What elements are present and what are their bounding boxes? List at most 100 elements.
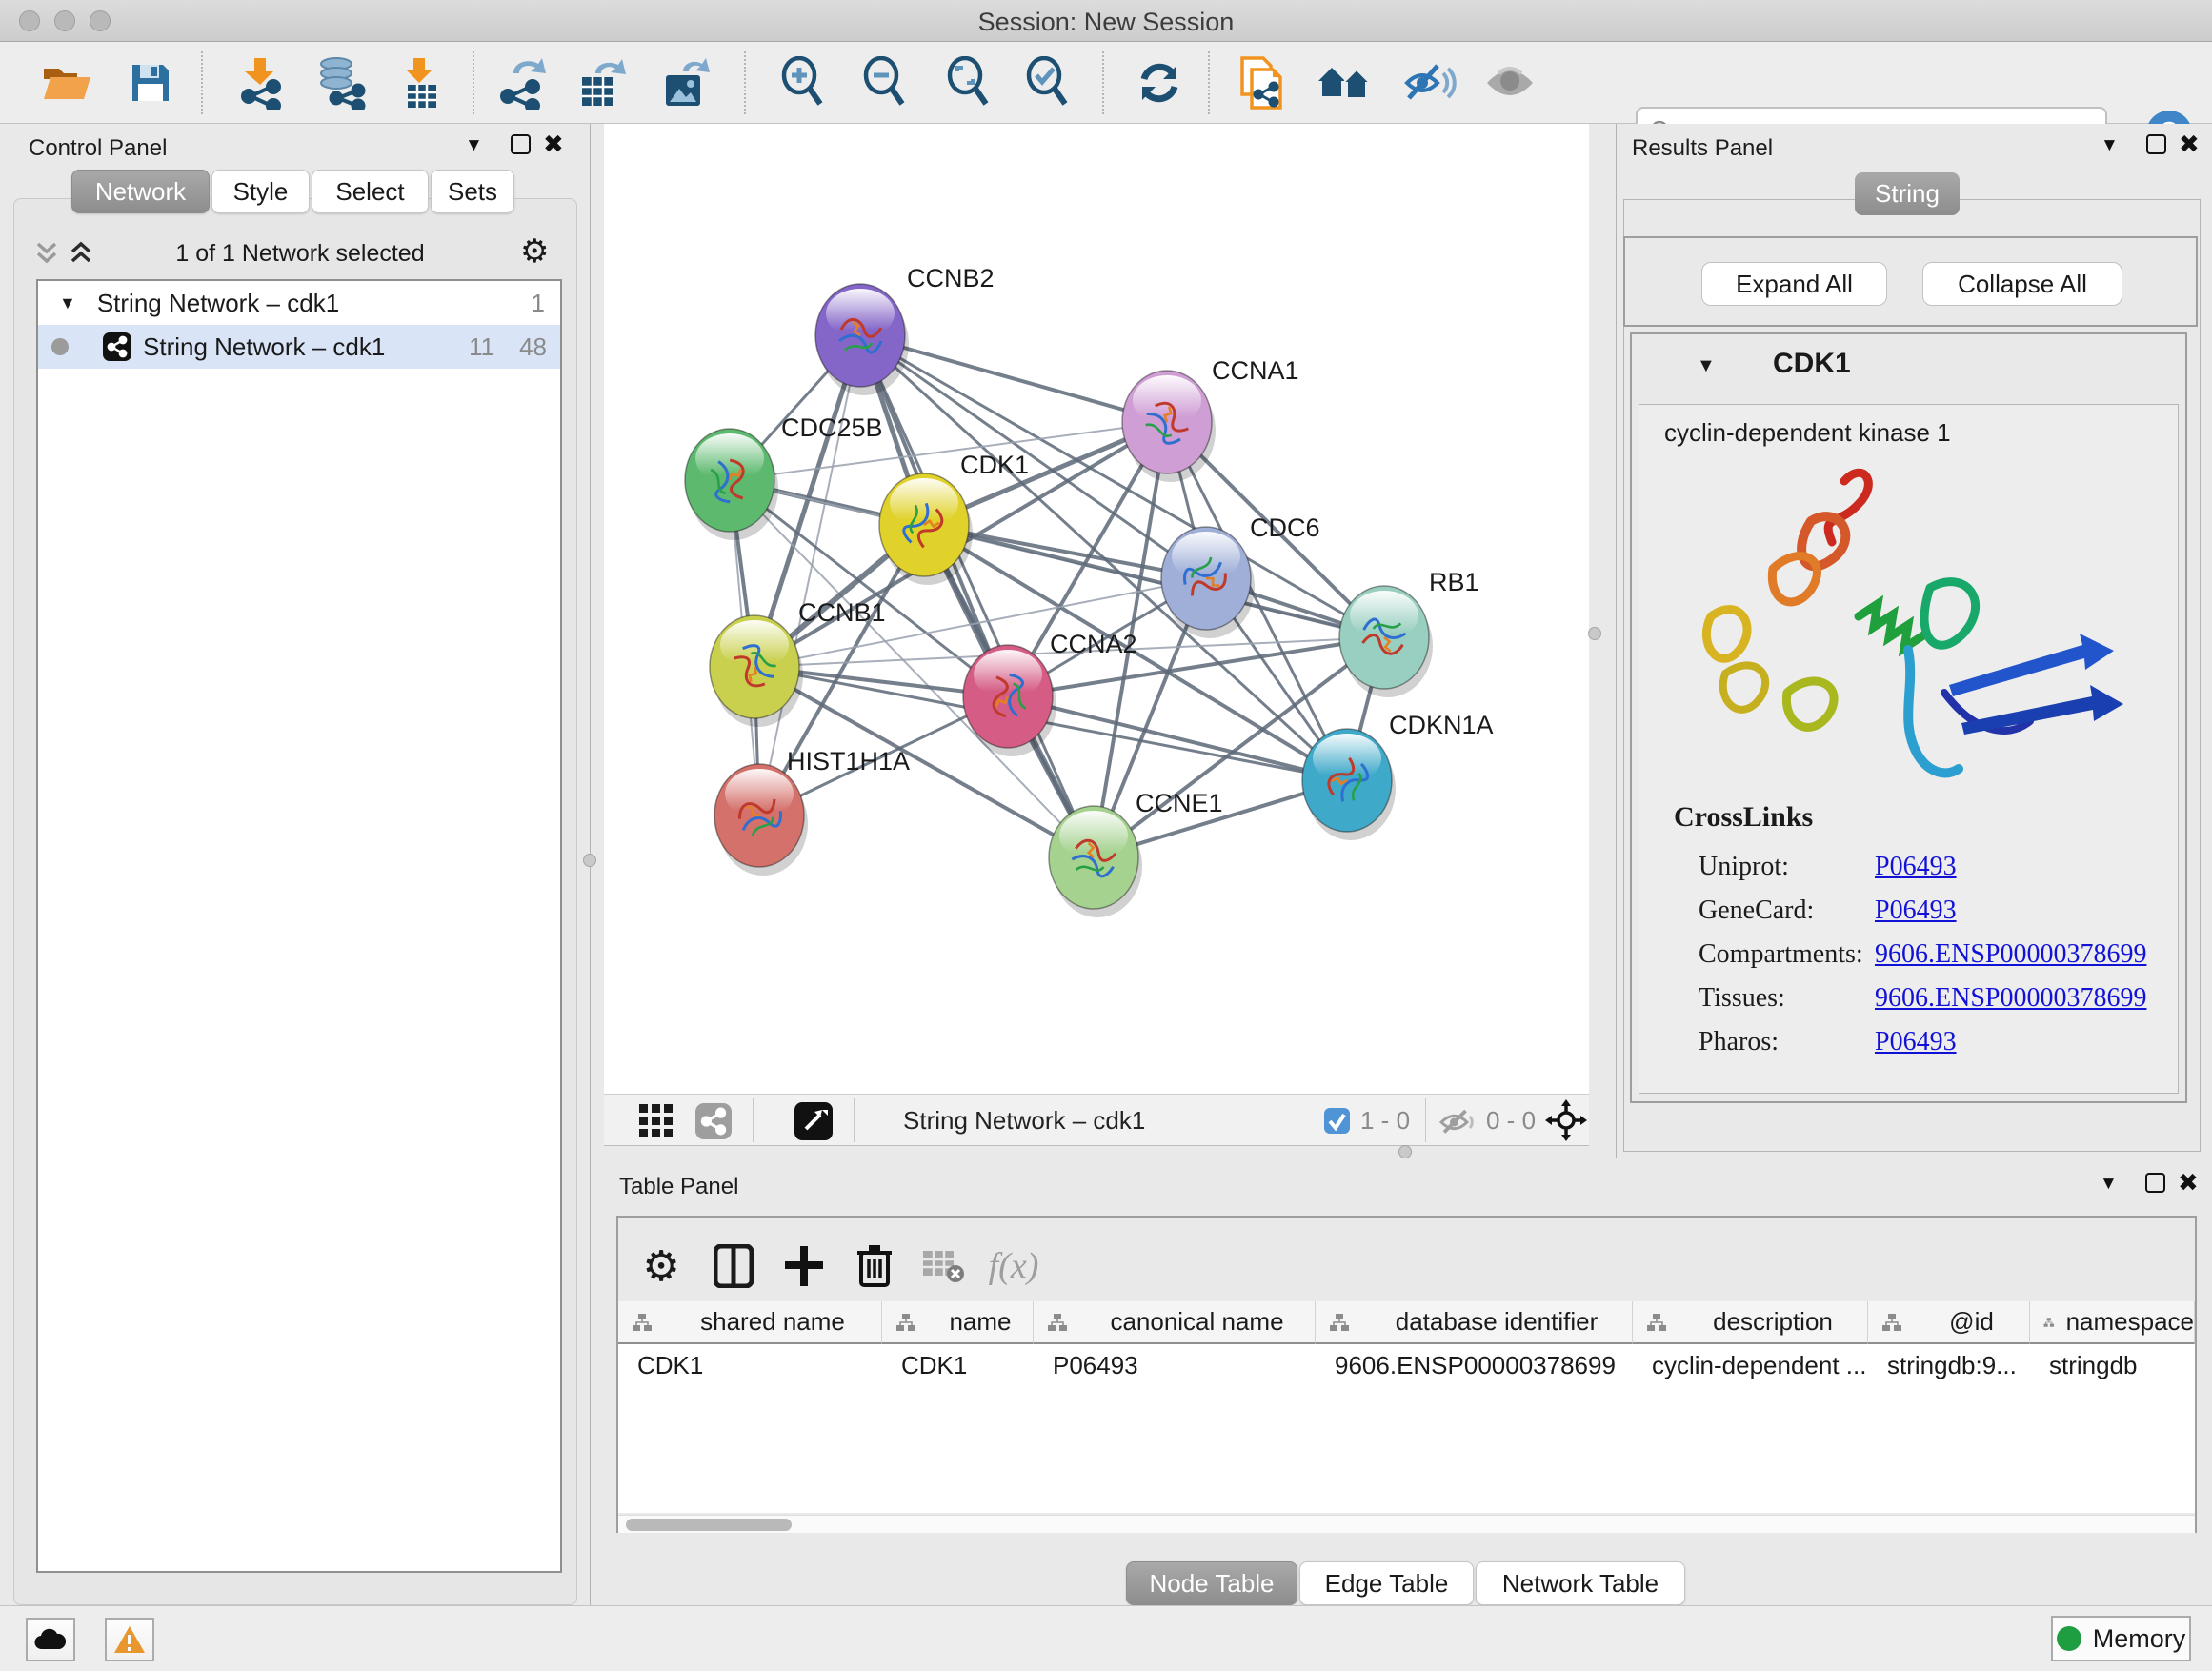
grid-view-icon[interactable] bbox=[638, 1103, 674, 1139]
function-builder-button[interactable]: f(x) bbox=[986, 1238, 1041, 1294]
collapse-all-networks-icon[interactable] bbox=[34, 240, 63, 267]
export-network-button[interactable] bbox=[489, 55, 555, 111]
import-table-button[interactable] bbox=[388, 55, 454, 111]
tab-style[interactable]: Style bbox=[211, 170, 310, 213]
close-panel-icon[interactable]: ✖ bbox=[2178, 1168, 2199, 1198]
column-header-database-identifier[interactable]: database identifier bbox=[1316, 1301, 1633, 1344]
crosslink-link[interactable]: P06493 bbox=[1875, 896, 1957, 926]
bottom-splitter-handle[interactable] bbox=[1398, 1145, 1412, 1158]
table-settings-gear-icon[interactable]: ⚙ bbox=[633, 1238, 689, 1294]
fit-selected-crosshair-icon[interactable] bbox=[1545, 1099, 1587, 1141]
network-graph[interactable]: CCNB2CCNA1CDC25BCDK1CDC6RB1CCNB1CCNA2CDK… bbox=[604, 124, 1589, 1094]
import-network-button[interactable] bbox=[227, 55, 293, 111]
column-header-shared-name[interactable]: shared name bbox=[618, 1301, 882, 1344]
crosslink-link[interactable]: P06493 bbox=[1875, 1027, 1957, 1057]
table-cell[interactable]: 9606.ENSP00000378699 bbox=[1316, 1344, 1633, 1386]
tab-select[interactable]: Select bbox=[312, 170, 429, 213]
close-panel-icon[interactable]: ✖ bbox=[2179, 130, 2200, 159]
tab-sets[interactable]: Sets bbox=[431, 170, 514, 213]
save-session-button[interactable] bbox=[117, 55, 184, 111]
zoom-in-button[interactable] bbox=[769, 55, 835, 111]
node-table[interactable]: shared namenamecanonical namedatabase id… bbox=[618, 1301, 2195, 1513]
float-panel-icon[interactable] bbox=[2146, 134, 2166, 154]
birds-eye-view-icon[interactable] bbox=[794, 1102, 833, 1140]
open-session-button[interactable] bbox=[33, 55, 100, 111]
network-node-ccnb2[interactable] bbox=[815, 284, 909, 395]
network-node-ccnb1[interactable] bbox=[710, 615, 803, 727]
cloud-button[interactable] bbox=[26, 1618, 75, 1661]
table-cell[interactable]: P06493 bbox=[1034, 1344, 1316, 1386]
column-header-description[interactable]: description bbox=[1633, 1301, 1868, 1344]
network-edge[interactable] bbox=[860, 335, 1094, 857]
network-row[interactable]: String Network – cdk1 11 48 bbox=[38, 325, 560, 369]
memory-button[interactable]: Memory bbox=[2051, 1616, 2191, 1661]
table-cell[interactable]: CDK1 bbox=[882, 1344, 1034, 1386]
network-node-hist1h1a[interactable] bbox=[714, 764, 808, 876]
export-image-button[interactable] bbox=[653, 55, 719, 111]
crosslink-link[interactable]: 9606.ENSP00000378699 bbox=[1875, 983, 2146, 1014]
network-share-gray-icon[interactable] bbox=[695, 1103, 732, 1139]
hide-unhide-button[interactable] bbox=[1397, 55, 1463, 111]
gene-expander-icon[interactable]: ▼ bbox=[1697, 355, 1716, 377]
collection-expander-icon[interactable]: ▼ bbox=[59, 293, 76, 313]
table-cell[interactable]: CDK1 bbox=[618, 1344, 882, 1386]
network-node-ccna1[interactable] bbox=[1122, 371, 1216, 482]
expand-all-button[interactable]: Expand All bbox=[1701, 262, 1887, 306]
crosslink-link[interactable]: P06493 bbox=[1875, 852, 1957, 882]
table-cell[interactable]: stringdb bbox=[2030, 1344, 2195, 1386]
delete-column-trash-icon[interactable] bbox=[847, 1238, 902, 1294]
tab-string[interactable]: String bbox=[1855, 172, 1960, 215]
network-node-ccne1[interactable] bbox=[1049, 806, 1142, 917]
show-graphics-button[interactable] bbox=[1477, 55, 1543, 111]
network-node-ccna2[interactable] bbox=[963, 645, 1056, 756]
left-splitter-handle[interactable] bbox=[583, 854, 596, 867]
table-cell[interactable]: stringdb:9... bbox=[1868, 1344, 2030, 1386]
warnings-button[interactable] bbox=[105, 1618, 154, 1661]
network-options-gear-icon[interactable]: ⚙ bbox=[520, 232, 549, 271]
column-type-icon bbox=[632, 1313, 653, 1332]
network-collection-row[interactable]: ▼ String Network – cdk1 1 bbox=[38, 281, 560, 325]
hidden-eye-icon[interactable] bbox=[1438, 1108, 1478, 1137]
table-row[interactable]: CDK1CDK1P064939606.ENSP00000378699cyclin… bbox=[618, 1344, 2195, 1386]
network-node-cdk1[interactable] bbox=[879, 473, 973, 585]
collapse-all-button[interactable]: Collapse All bbox=[1922, 262, 2122, 306]
network-canvas[interactable]: CCNB2CCNA1CDC25BCDK1CDC6RB1CCNB1CCNA2CDK… bbox=[604, 124, 1589, 1094]
show-columns-icon[interactable] bbox=[706, 1238, 761, 1294]
import-network-from-database-button[interactable] bbox=[307, 55, 373, 111]
table-cell[interactable]: cyclin-dependent ... bbox=[1633, 1344, 1868, 1386]
horizontal-scrollbar[interactable] bbox=[618, 1515, 2195, 1533]
network-node-rb1[interactable] bbox=[1339, 586, 1433, 697]
float-panel-icon[interactable] bbox=[2145, 1173, 2165, 1193]
collapse-panel-icon[interactable]: ▼ bbox=[2101, 135, 2119, 156]
network-node-cdc25b[interactable] bbox=[685, 429, 778, 540]
column-header-canonical-name[interactable]: canonical name bbox=[1034, 1301, 1316, 1344]
tab-network-table[interactable]: Network Table bbox=[1476, 1561, 1685, 1605]
column-header-namespace[interactable]: namespace bbox=[2030, 1301, 2195, 1344]
tab-edge-table[interactable]: Edge Table bbox=[1299, 1561, 1474, 1605]
network-node-cdkn1a[interactable] bbox=[1302, 729, 1396, 840]
string-import-button[interactable] bbox=[1228, 55, 1295, 111]
collapse-panel-icon[interactable]: ▼ bbox=[2100, 1174, 2118, 1195]
create-column-icon[interactable] bbox=[776, 1238, 832, 1294]
trash-glyph-icon bbox=[855, 1243, 894, 1289]
column-header--id[interactable]: @id bbox=[1868, 1301, 2030, 1344]
close-panel-icon[interactable]: ✖ bbox=[543, 130, 564, 159]
refresh-button[interactable] bbox=[1126, 55, 1193, 111]
string-home-button[interactable] bbox=[1312, 55, 1378, 111]
zoom-out-button[interactable] bbox=[851, 55, 917, 111]
export-table-button[interactable] bbox=[569, 55, 635, 111]
crosslink-link[interactable]: 9606.ENSP00000378699 bbox=[1875, 939, 2146, 970]
tab-network[interactable]: Network bbox=[71, 170, 210, 213]
column-header-name[interactable]: name bbox=[882, 1301, 1034, 1344]
zoom-selected-button[interactable] bbox=[1014, 55, 1080, 111]
scrollbar-thumb[interactable] bbox=[626, 1519, 792, 1531]
selected-checkbox-icon[interactable] bbox=[1324, 1108, 1350, 1134]
delete-table-icon[interactable] bbox=[915, 1238, 971, 1294]
float-panel-icon[interactable] bbox=[511, 134, 531, 154]
tab-node-table[interactable]: Node Table bbox=[1126, 1561, 1297, 1605]
right-splitter-handle[interactable] bbox=[1588, 627, 1601, 640]
zoom-fit-button[interactable] bbox=[935, 55, 1001, 111]
collapse-panel-icon[interactable]: ▼ bbox=[465, 135, 483, 156]
network-edge[interactable] bbox=[759, 335, 860, 815]
expand-all-networks-icon[interactable] bbox=[69, 240, 97, 267]
